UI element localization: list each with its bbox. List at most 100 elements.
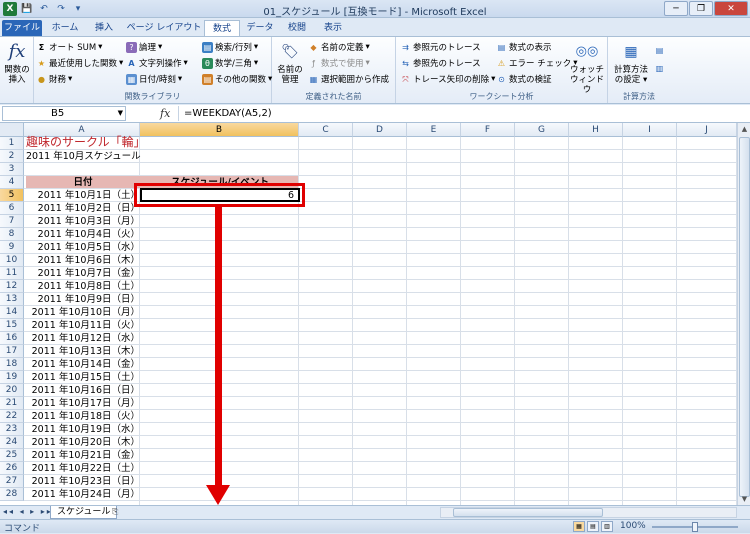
row-header-6[interactable]: 6 (0, 202, 24, 215)
column-header-i[interactable]: I (623, 123, 677, 137)
cell-date[interactable]: 2011 年10月13日（木） (24, 345, 140, 358)
recent-functions-button[interactable]: ★ 最近使用した関数 ▾ (36, 57, 123, 69)
use-in-formula-button[interactable]: ƒ 数式で使用 ▾ (308, 57, 370, 69)
column-header-b[interactable]: B (140, 123, 299, 137)
name-manager-button[interactable]: 🏷 名前の 管理 (274, 41, 306, 85)
row-header-21[interactable]: 21 (0, 397, 24, 410)
horizontal-scrollbar[interactable] (440, 507, 737, 518)
formula-input[interactable]: =WEEKDAY(A5,2) (178, 106, 738, 121)
row-header-18[interactable]: 18 (0, 358, 24, 371)
insert-sheet-icon[interactable]: ⎘ (112, 507, 126, 518)
zoom-slider-knob[interactable] (692, 522, 698, 532)
row-header-24[interactable]: 24 (0, 436, 24, 449)
row-header-3[interactable]: 3 (0, 163, 24, 176)
vertical-scrollbar[interactable]: ▲ ▼ (737, 123, 750, 505)
sheet-navigation[interactable]: ◂◂ ◂ ▸ ▸▸ (3, 507, 53, 516)
page-layout-view-icon[interactable]: ▤ (587, 521, 599, 532)
column-header-j[interactable]: J (677, 123, 737, 137)
cell-date[interactable]: 2011 年10月9日（日） (24, 293, 140, 306)
row-header-1[interactable]: 1 (0, 137, 24, 150)
calculate-sheet-icon[interactable]: ▥ (654, 63, 665, 74)
calculation-options-button[interactable]: ▦ 計算方法 の設定 ▾ (610, 41, 652, 85)
cell-date[interactable]: 2011 年10月23日（日） (24, 475, 140, 488)
page-break-view-icon[interactable]: ▥ (601, 521, 613, 532)
cell-date[interactable]: 2011 年10月4日（火） (24, 228, 140, 241)
cell-date[interactable]: 2011 年10月18日（火） (24, 410, 140, 423)
row-header-23[interactable]: 23 (0, 423, 24, 436)
row-header-14[interactable]: 14 (0, 306, 24, 319)
remove-arrows-button[interactable]: ⤧ トレース矢印の削除 ▾ (400, 73, 495, 85)
tab-home[interactable]: ホーム (44, 20, 86, 36)
tab-data[interactable]: データ (242, 20, 278, 36)
worksheet-grid[interactable]: A B C D E F G H I J 1 2 3 4 5 6 7 8 9 10 11 12 13 14 15 16 17 18 19 2… (0, 123, 737, 505)
tab-review[interactable]: 校閲 (280, 20, 314, 36)
math-button[interactable]: θ 数学/三角 ▾ (202, 57, 258, 69)
row-header-28[interactable]: 28 (0, 488, 24, 501)
select-all-corner[interactable] (0, 123, 24, 137)
row-header-27[interactable]: 27 (0, 475, 24, 488)
cell-date[interactable]: 2011 年10月15日（土） (24, 371, 140, 384)
cell-date[interactable]: 2011 年10月16日（日） (24, 384, 140, 397)
row-header-5[interactable]: 5 (0, 189, 24, 202)
evaluate-formula-button[interactable]: ⊙ 数式の検証 (496, 73, 551, 86)
calculate-now-icon[interactable]: ▤ (654, 45, 665, 56)
row-header-20[interactable]: 20 (0, 384, 24, 397)
cell-a4-date-header[interactable]: 日付 (26, 176, 140, 189)
column-header-g[interactable]: G (515, 123, 569, 137)
cell-date[interactable]: 2011 年10月3日（月） (24, 215, 140, 228)
watch-window-button[interactable]: ◎◎ ウォッチ ウィンドウ (568, 41, 606, 95)
cell-date[interactable]: 2011 年10月1日（土） (24, 189, 140, 202)
more-functions-button[interactable]: ▤ その他の関数 ▾ (202, 73, 272, 85)
cell-date[interactable]: 2011 年10月14日（金） (24, 358, 140, 371)
lookup-button[interactable]: ▤ 検索/行列 ▾ (202, 41, 258, 53)
cell-date[interactable]: 2011 年10月17日（月） (24, 397, 140, 410)
tab-insert[interactable]: 挿入 (86, 20, 122, 36)
row-header-10[interactable]: 10 (0, 254, 24, 267)
cell-date[interactable]: 2011 年10月2日（日） (24, 202, 140, 215)
row-header-2[interactable]: 2 (0, 150, 24, 163)
row-header-26[interactable]: 26 (0, 462, 24, 475)
zoom-level[interactable]: 100% (620, 521, 646, 531)
cell-date[interactable]: 2011 年10月20日（木） (24, 436, 140, 449)
row-header-17[interactable]: 17 (0, 345, 24, 358)
create-from-selection-button[interactable]: ▦ 選択範囲から作成 (308, 73, 389, 86)
cell-date[interactable]: 2011 年10月7日（金） (24, 267, 140, 280)
show-formulas-button[interactable]: ▤ 数式の表示 (496, 41, 552, 54)
fx-icon[interactable]: fx (160, 107, 170, 120)
cell-date[interactable]: 2011 年10月22日（土） (24, 462, 140, 475)
name-box[interactable]: B5 ▼ (2, 106, 126, 121)
row-header-11[interactable]: 11 (0, 267, 24, 280)
row-header-7[interactable]: 7 (0, 215, 24, 228)
column-header-e[interactable]: E (407, 123, 461, 137)
error-checking-button[interactable]: ⚠ エラー チェック ▾ (496, 57, 578, 69)
cell-date[interactable]: 2011 年10月8日（土） (24, 280, 140, 293)
logical-button[interactable]: ? 論理 ▾ (126, 41, 162, 53)
cell-date[interactable]: 2011 年10月12日（水） (24, 332, 140, 345)
cell-date[interactable]: 2011 年10月6日（木） (24, 254, 140, 267)
row-header-13[interactable]: 13 (0, 293, 24, 306)
scroll-down-icon[interactable]: ▼ (739, 493, 750, 505)
row-header-22[interactable]: 22 (0, 410, 24, 423)
row-header-8[interactable]: 8 (0, 228, 24, 241)
zoom-slider[interactable] (652, 522, 738, 532)
sheet-tab-schedule[interactable]: スケジュール (50, 506, 118, 519)
insert-function-button[interactable]: fx 関数の 挿入 (2, 41, 32, 85)
row-header-15[interactable]: 15 (0, 319, 24, 332)
normal-view-icon[interactable]: ▦ (573, 521, 585, 532)
vertical-scroll-thumb[interactable] (739, 137, 750, 497)
cell-date[interactable]: 2011 年10月24日（月） (24, 488, 140, 501)
row-header-9[interactable]: 9 (0, 241, 24, 254)
column-header-c[interactable]: C (299, 123, 353, 137)
row-header-4[interactable]: 4 (0, 176, 24, 189)
horizontal-scroll-thumb[interactable] (453, 508, 603, 517)
datetime-button[interactable]: ▦ 日付/時刻 ▾ (126, 73, 182, 85)
close-button[interactable]: ✕ (714, 1, 748, 16)
cell-a1-title[interactable]: 趣味のサークル「輪」 (26, 136, 326, 151)
autosum-button[interactable]: Σ オート SUM ▾ (36, 41, 103, 53)
cell-date[interactable]: 2011 年10月5日（水） (24, 241, 140, 254)
define-name-button[interactable]: ◆ 名前の定義 ▾ (308, 41, 369, 53)
scroll-up-icon[interactable]: ▲ (739, 123, 750, 135)
tab-view[interactable]: 表示 (316, 20, 350, 36)
row-header-19[interactable]: 19 (0, 371, 24, 384)
financial-button[interactable]: ● 財務 ▾ (36, 73, 72, 85)
